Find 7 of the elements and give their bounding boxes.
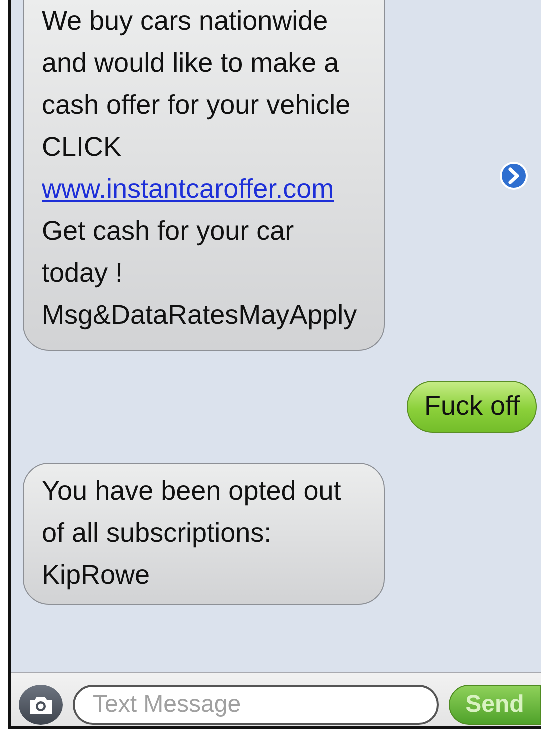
received-message-bubble: You have been opted out of all subscriptions: KipRowe bbox=[23, 463, 385, 605]
received-message-bubble: We buy cars nationwide and would like to make a cash offer for your vehicle CLICK www.instantcaroffer.com Get cash for your car today ! Msg&DataRatesMayApply bbox=[23, 0, 385, 351]
text-message-field[interactable]: Text Message bbox=[73, 684, 439, 724]
camera-button[interactable] bbox=[19, 684, 63, 724]
disclosure-arrow-icon[interactable] bbox=[499, 160, 529, 190]
sent-message-bubble: Fuck off bbox=[407, 381, 537, 433]
link[interactable]: www.instantcaroffer.com bbox=[42, 168, 366, 210]
